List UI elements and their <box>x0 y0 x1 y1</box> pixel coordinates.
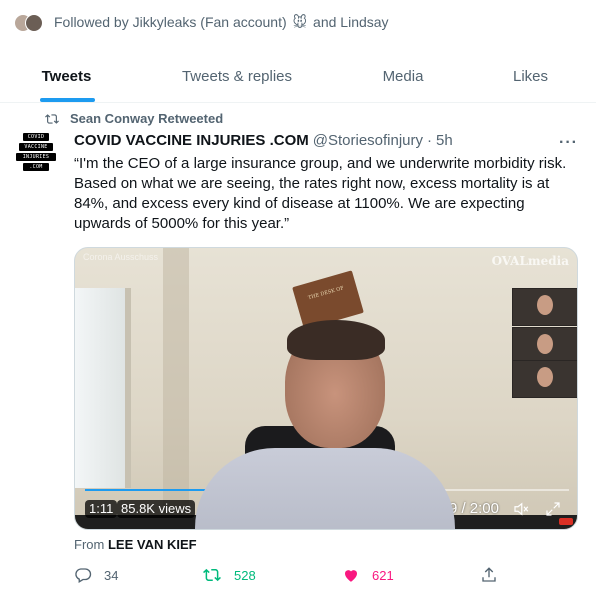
video-frame-corner <box>163 248 189 518</box>
reply-icon <box>75 568 92 583</box>
share-icon <box>482 567 496 582</box>
heart-icon <box>345 570 357 582</box>
view-count-badge: 85.8K views <box>117 500 196 518</box>
avatar-text-line: VACCINE <box>19 143 53 151</box>
retweet-icon <box>45 113 59 124</box>
video-frame-shirt <box>195 448 455 529</box>
avatar-text-line: .COM <box>23 163 49 171</box>
video-frame-window <box>75 288 131 488</box>
video-source-name[interactable]: LEE VAN KIEF <box>108 537 197 552</box>
like-button[interactable]: 621 <box>342 564 394 586</box>
follower-avatars <box>12 12 43 32</box>
mouse-emoji: 🐭 <box>292 13 308 30</box>
tweet-text: “I'm the CEO of a large insurance group,… <box>74 155 567 232</box>
follower-avatar <box>25 14 43 32</box>
tab-likes[interactable]: Likes <box>465 50 596 102</box>
avatar-text-line: COVID <box>23 133 49 141</box>
reply-button[interactable]: 34 <box>74 564 118 586</box>
retweeted-by-label: Sean Conway Retweeted <box>70 111 224 126</box>
active-tab-indicator <box>40 98 95 102</box>
video-player[interactable]: THE DESK OF Corona Ausschuss OVALmedia 1… <box>74 247 578 530</box>
video-source: From LEE VAN KIEF <box>74 537 197 552</box>
video-call-participant <box>512 288 577 326</box>
tab-media[interactable]: Media <box>341 50 465 102</box>
followed-by-text: Followed by Jikkyleaks (Fan account) 🐭 a… <box>54 13 389 30</box>
video-call-participant <box>512 360 577 398</box>
tab-tweets[interactable]: Tweets <box>0 50 133 102</box>
video-frame-speaker-hair <box>287 320 385 360</box>
retweet-button[interactable]: 528 <box>202 564 256 586</box>
tweet-timestamp[interactable]: 5h <box>436 132 453 149</box>
tweet-actions: 34 528 621 <box>74 564 574 586</box>
tab-tweets-replies[interactable]: Tweets & replies <box>133 50 341 102</box>
more-options-icon[interactable]: ··· <box>559 134 578 152</box>
followed-by-row[interactable]: Followed by Jikkyleaks (Fan account) 🐭 a… <box>12 8 389 36</box>
expand-icon[interactable] <box>543 500 563 523</box>
tweet-header: COVID VACCINE INJURIES .COM @Storiesofin… <box>74 132 574 149</box>
avatar-text-line: INJURIES <box>16 153 56 161</box>
profile-tabs: Tweets Tweets & replies Media Likes <box>0 50 596 103</box>
mute-icon[interactable] <box>511 500 531 523</box>
like-count: 621 <box>372 567 394 583</box>
retweet-count: 528 <box>234 567 256 583</box>
author-name[interactable]: COVID VACCINE INJURIES .COM <box>74 132 309 149</box>
author-avatar[interactable]: COVID VACCINE INJURIES .COM <box>16 133 56 181</box>
retweet-icon <box>203 568 221 582</box>
reply-count: 34 <box>104 567 119 583</box>
ovalmedia-watermark: OVALmedia <box>491 254 569 268</box>
separator-dot: · <box>427 132 433 149</box>
author-handle[interactable]: @Storiesofinjury <box>313 132 423 149</box>
retweet-context[interactable]: Sean Conway Retweeted <box>44 111 223 126</box>
elapsed-time-badge: 1:11 <box>85 500 118 518</box>
share-button[interactable] <box>480 564 510 586</box>
corona-ausschuss-watermark: Corona Ausschuss <box>83 252 159 262</box>
